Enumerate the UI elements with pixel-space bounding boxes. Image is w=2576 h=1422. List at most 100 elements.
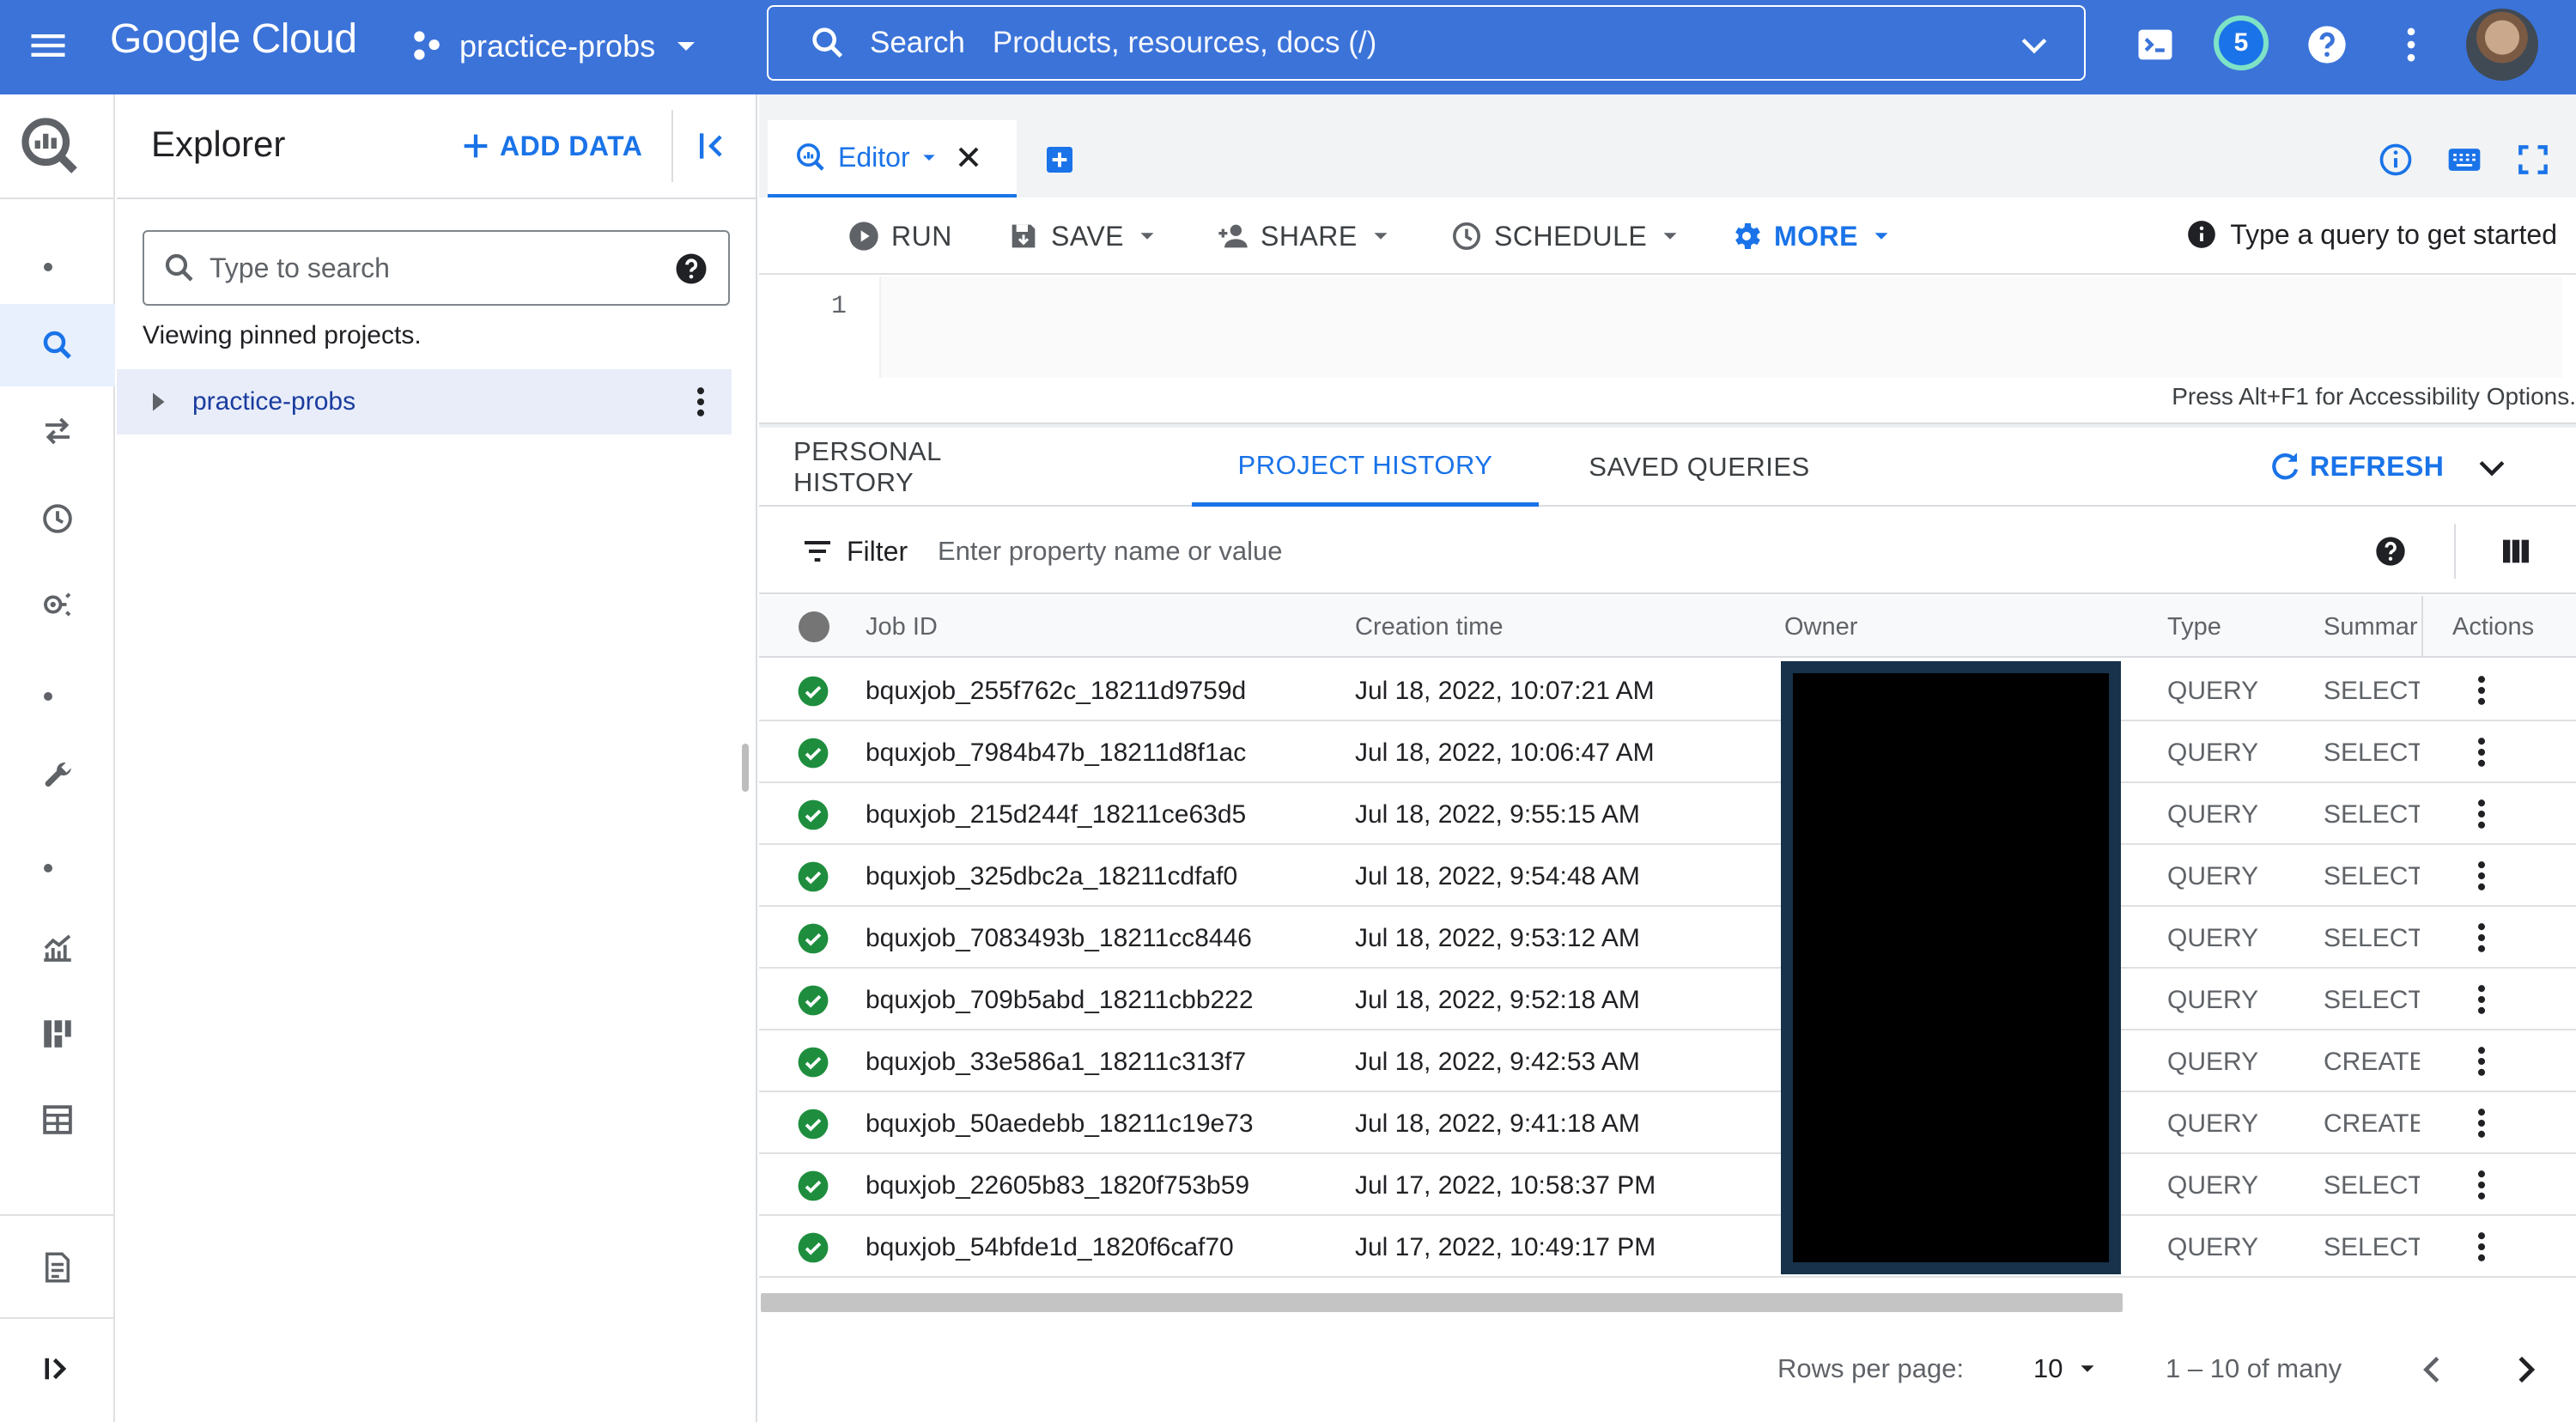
info-icon[interactable]: [2377, 141, 2415, 179]
panel-resize-handle[interactable]: [742, 744, 749, 792]
job-id[interactable]: bquxjob_7984b47b_18211d8f1ac: [866, 738, 1246, 768]
table-row[interactable]: bquxjob_7083493b_18211cc8446 Jul 18, 2022…: [759, 907, 2576, 969]
refresh-button[interactable]: REFRESH: [2267, 448, 2444, 484]
col-type[interactable]: Type: [2167, 613, 2221, 641]
col-summary[interactable]: Summar: [2324, 613, 2420, 641]
more-vert-icon[interactable]: [2463, 1104, 2500, 1142]
filter-input[interactable]: [938, 531, 2140, 572]
tab-editor[interactable]: Editor: [768, 120, 1017, 198]
collapse-panel-icon[interactable]: [694, 127, 732, 165]
table-row[interactable]: bquxjob_54bfde1d_1820f6caf70 Jul 17, 2022…: [759, 1216, 2576, 1278]
schedule-button[interactable]: SCHEDULE: [1449, 216, 1683, 256]
table-row[interactable]: bquxjob_325dbc2a_18211cdfaf0 Jul 18, 2022…: [759, 845, 2576, 907]
horizontal-scrollbar[interactable]: [761, 1293, 2123, 1312]
help-icon[interactable]: [2305, 22, 2349, 67]
chevron-left-icon[interactable]: [2413, 1350, 2452, 1389]
add-data-button[interactable]: ADD DATA: [459, 129, 642, 163]
share-button[interactable]: SHARE: [1216, 216, 1394, 256]
rows-per-page-select[interactable]: 10: [2033, 1353, 2100, 1384]
col-owner[interactable]: Owner: [1784, 613, 1857, 641]
more-vert-icon[interactable]: [2463, 1042, 2500, 1080]
page-range: 1 – 10 of many: [2166, 1353, 2342, 1383]
more-button[interactable]: MORE: [1729, 216, 1894, 256]
rail-item-search[interactable]: [0, 304, 115, 386]
explorer-search[interactable]: [143, 230, 730, 306]
project-picker[interactable]: practice-probs: [408, 22, 703, 70]
table-row[interactable]: bquxjob_215d244f_18211ce63d5 Jul 18, 2022…: [759, 783, 2576, 845]
chevron-down-icon[interactable]: [2473, 448, 2511, 486]
editor-toolbar: RUN SAVE SHARE SCHEDULE MORE Type a quer…: [759, 198, 2576, 275]
explorer-search-input[interactable]: [210, 252, 656, 284]
notifications-badge[interactable]: 5: [2214, 15, 2269, 70]
more-vert-icon[interactable]: [2463, 1166, 2500, 1204]
play-icon: [849, 222, 878, 251]
rail-item-tables[interactable]: [0, 1079, 115, 1161]
job-id[interactable]: bquxjob_33e586a1_18211c313f7: [866, 1048, 1246, 1077]
keyboard-icon[interactable]: [2445, 141, 2483, 179]
tab-project-history[interactable]: PROJECT HISTORY: [1192, 428, 1539, 507]
job-id[interactable]: bquxjob_50aedebb_18211c19e73: [866, 1109, 1254, 1139]
tab-personal-history[interactable]: PERSONAL HISTORY: [793, 428, 1051, 507]
fullscreen-icon[interactable]: [2514, 141, 2552, 179]
more-vert-icon[interactable]: [2463, 857, 2500, 895]
rail-item-analytics-hub[interactable]: [0, 563, 115, 646]
global-search[interactable]: Search Products, resources, docs (/): [767, 5, 2086, 81]
code-area[interactable]: [879, 276, 2562, 378]
more-vert-icon[interactable]: [2463, 795, 2500, 833]
avatar[interactable]: [2466, 9, 2538, 81]
table-row[interactable]: bquxjob_709b5abd_18211cbb222 Jul 18, 2022…: [759, 969, 2576, 1030]
job-type: QUERY: [2167, 677, 2259, 705]
col-creation-time[interactable]: Creation time: [1355, 613, 1503, 641]
table-row[interactable]: bquxjob_22605b83_1820f753b59 Jul 17, 2022…: [759, 1154, 2576, 1216]
more-vert-icon[interactable]: [2463, 672, 2500, 709]
rail-item-scheduled-queries[interactable]: [0, 477, 115, 560]
job-id[interactable]: bquxjob_325dbc2a_18211cdfaf0: [866, 862, 1237, 891]
caret-down-icon[interactable]: [915, 143, 943, 171]
job-id[interactable]: bquxjob_22605b83_1820f753b59: [866, 1171, 1249, 1200]
creation-time: Jul 18, 2022, 9:54:48 AM: [1355, 862, 1640, 890]
save-button[interactable]: SAVE: [1006, 216, 1160, 256]
rail-item-transfers[interactable]: [0, 390, 115, 472]
help-icon[interactable]: [2373, 534, 2408, 568]
more-vert-icon[interactable]: [682, 383, 720, 421]
bigquery-logo[interactable]: [17, 113, 82, 179]
sql-editor[interactable]: 1 Press Alt+F1 for Accessibility Options…: [759, 276, 2576, 422]
menu-icon[interactable]: [26, 23, 70, 68]
more-vert-icon[interactable]: [2463, 733, 2500, 771]
table-row[interactable]: bquxjob_50aedebb_18211c19e73 Jul 18, 2022…: [759, 1092, 2576, 1154]
tab-saved-queries[interactable]: SAVED QUERIES: [1583, 428, 1815, 507]
job-id[interactable]: bquxjob_7083493b_18211cc8446: [866, 924, 1252, 953]
table-row[interactable]: bquxjob_33e586a1_18211c313f7 Jul 18, 2022…: [759, 1030, 2576, 1092]
rail-item-tools[interactable]: [0, 735, 115, 817]
column-display-icon[interactable]: [2499, 534, 2533, 568]
run-button[interactable]: RUN: [847, 216, 952, 256]
close-icon[interactable]: [951, 140, 986, 174]
more-vert-icon[interactable]: [2463, 1228, 2500, 1266]
table-row[interactable]: bquxjob_255f762c_18211d9759d Jul 18, 2022…: [759, 659, 2576, 721]
tree-item-project[interactable]: practice-probs: [117, 369, 732, 434]
job-id[interactable]: bquxjob_709b5abd_18211cbb222: [866, 986, 1254, 1015]
google-cloud-logo[interactable]: Google Cloud: [110, 15, 357, 63]
chevron-down-icon[interactable]: [2015, 26, 2053, 64]
table-row[interactable]: bquxjob_7984b47b_18211d8f1ac Jul 18, 2022…: [759, 721, 2576, 783]
more-vert-icon[interactable]: [2463, 919, 2500, 957]
rail-item-release-notes[interactable]: [0, 1226, 115, 1309]
more-vert-icon[interactable]: [2463, 981, 2500, 1018]
rail-item-dashboard[interactable]: [0, 993, 115, 1075]
accessibility-hint: Press Alt+F1 for Accessibility Options.: [2172, 383, 2576, 410]
job-id[interactable]: bquxjob_215d244f_18211ce63d5: [866, 800, 1246, 830]
new-query-icon[interactable]: [1042, 143, 1077, 177]
job-type: QUERY: [2167, 1109, 2259, 1138]
rail-expand-button[interactable]: [0, 1328, 115, 1410]
help-icon[interactable]: [673, 251, 709, 287]
more-vert-icon[interactable]: [2389, 22, 2433, 67]
chevron-right-icon[interactable]: [2506, 1350, 2545, 1389]
job-id[interactable]: bquxjob_255f762c_18211d9759d: [866, 677, 1246, 706]
job-id[interactable]: bquxjob_54bfde1d_1820f6caf70: [866, 1233, 1234, 1262]
rail-item-monitoring[interactable]: [0, 907, 115, 989]
status-header-icon: [799, 611, 829, 642]
col-job-id[interactable]: Job ID: [866, 613, 938, 641]
project-name[interactable]: practice-probs: [192, 387, 355, 416]
expand-arrow-icon[interactable]: [143, 386, 173, 417]
cloud-shell-icon[interactable]: [2133, 22, 2178, 67]
